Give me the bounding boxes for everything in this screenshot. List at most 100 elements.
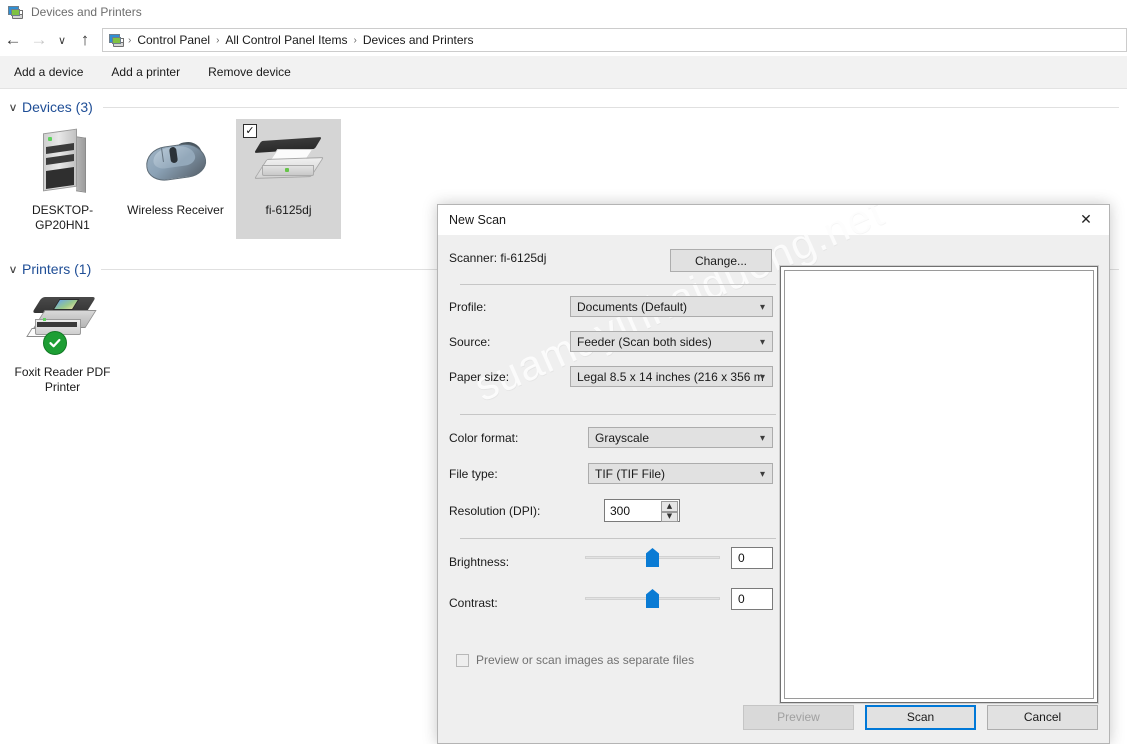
up-button[interactable]: ↑ xyxy=(72,24,98,56)
contrast-value-field[interactable]: 0 xyxy=(731,588,773,610)
change-scanner-button[interactable]: Change... xyxy=(670,249,772,272)
group-title-devices: Devices (3) xyxy=(22,99,93,115)
scanner-label: Scanner: fi-6125dj xyxy=(449,251,547,265)
brightness-slider-thumb[interactable] xyxy=(646,548,659,567)
preview-button[interactable]: Preview xyxy=(743,704,854,730)
color-format-row: Color format: xyxy=(449,431,518,445)
new-scan-dialog: New Scan ✕ suamayinhaiduong.net Scanner:… xyxy=(437,204,1110,744)
contrast-value: 0 xyxy=(738,592,745,606)
resolution-value: 300 xyxy=(610,503,631,518)
resolution-stepper-buttons[interactable]: ▲ ▼ xyxy=(661,501,678,522)
group-header-devices[interactable]: ∨ Devices (3) xyxy=(0,95,1127,119)
scan-button[interactable]: Scan xyxy=(865,704,976,730)
breadcrumb-separator-0: › xyxy=(128,34,132,46)
source-select[interactable]: Feeder (Scan both sides) ▾ xyxy=(570,331,773,352)
device-tile-fi-6125dj[interactable]: ✓ fi-6125dj xyxy=(236,119,341,239)
file-type-label: File type: xyxy=(449,467,498,481)
breadcrumb-all-control-panel-items[interactable]: All Control Panel Items xyxy=(222,33,350,47)
profile-value: Documents (Default) xyxy=(577,299,688,314)
close-icon[interactable]: ✕ xyxy=(1063,205,1109,235)
address-bar[interactable]: › Control Panel › All Control Panel Item… xyxy=(102,28,1127,52)
breadcrumb-control-panel[interactable]: Control Panel xyxy=(134,33,213,47)
recent-locations-chevron-icon[interactable]: ∨ xyxy=(52,24,72,56)
contrast-slider[interactable] xyxy=(585,589,720,608)
chevron-down-icon: ▾ xyxy=(759,337,765,348)
resolution-stepper[interactable]: 300 ▲ ▼ xyxy=(604,499,680,522)
stepper-up-icon[interactable]: ▲ xyxy=(661,501,678,512)
color-format-label: Color format: xyxy=(449,431,519,445)
group-rule xyxy=(102,106,1119,108)
mouse-icon xyxy=(140,125,212,197)
chevron-down-icon: ▾ xyxy=(759,469,765,480)
forward-button[interactable]: → xyxy=(26,24,52,56)
device-tile-desktop[interactable]: DESKTOP-GP20HN1 xyxy=(10,119,115,239)
contrast-label: Contrast: xyxy=(449,596,498,610)
paper-size-label: Paper size: xyxy=(449,370,510,384)
printer-icon xyxy=(25,287,99,359)
command-bar: Add a device Add a printer Remove device xyxy=(0,56,1127,89)
resolution-label: Resolution (DPI): xyxy=(449,504,541,518)
separate-files-label: Preview or scan images as separate files xyxy=(476,653,695,667)
profile-select[interactable]: Documents (Default) ▾ xyxy=(570,296,773,317)
breadcrumb-devices-and-printers[interactable]: Devices and Printers xyxy=(360,33,477,47)
dialog-button-bar: Preview Scan Cancel xyxy=(732,691,1098,743)
paper-size-select[interactable]: Legal 8.5 x 14 inches (216 x 356 m ▾ xyxy=(570,366,773,387)
brightness-value: 0 xyxy=(738,551,745,565)
color-format-select[interactable]: Grayscale ▾ xyxy=(588,427,773,448)
device-tile-label: fi-6125dj xyxy=(265,203,312,217)
resolution-row: Resolution (DPI): xyxy=(449,504,540,518)
profile-label: Profile: xyxy=(449,300,487,314)
chevron-down-icon: ▾ xyxy=(759,433,765,444)
paper-size-value: Legal 8.5 x 14 inches (216 x 356 m xyxy=(577,369,764,384)
add-a-printer-button[interactable]: Add a printer xyxy=(97,56,194,89)
scanner-row: Scanner: fi-6125dj xyxy=(449,251,546,265)
printer-tile-foxit-reader-pdf-printer[interactable]: Foxit Reader PDF Printer xyxy=(10,281,115,401)
window-titlebar: Devices and Printers xyxy=(0,0,1127,24)
remove-device-button[interactable]: Remove device xyxy=(194,56,305,89)
dialog-titlebar: New Scan ✕ xyxy=(438,205,1109,235)
contrast-row: Contrast: xyxy=(449,596,498,610)
profile-row: Profile: xyxy=(449,300,486,314)
scanner-icon xyxy=(253,125,325,197)
brightness-slider[interactable] xyxy=(585,548,720,567)
default-printer-check-icon xyxy=(42,331,67,355)
devices-and-printers-icon xyxy=(8,5,24,20)
paper-size-row: Paper size: xyxy=(449,370,509,384)
separator-1 xyxy=(460,284,776,285)
cancel-button[interactable]: Cancel xyxy=(987,704,1098,730)
device-tile-label: DESKTOP-GP20HN1 xyxy=(31,203,94,232)
chevron-down-icon: ▾ xyxy=(759,372,765,383)
source-label: Source: xyxy=(449,335,491,349)
contrast-slider-thumb[interactable] xyxy=(646,589,659,608)
breadcrumb-separator-2: › xyxy=(353,34,357,46)
group-title-printers: Printers (1) xyxy=(22,261,92,277)
separator-3 xyxy=(460,538,776,539)
breadcrumb-separator-1: › xyxy=(216,34,220,46)
device-tile-label: Wireless Receiver xyxy=(127,203,224,217)
chevron-down-icon[interactable]: ∨ xyxy=(5,263,21,276)
separate-files-checkbox-row[interactable]: Preview or scan images as separate files xyxy=(456,653,694,667)
scan-settings-column: Scanner: fi-6125dj Change... Profile: Do… xyxy=(449,235,776,743)
computer-tower-icon xyxy=(27,125,99,197)
dialog-body: suamayinhaiduong.net Scanner: fi-6125dj … xyxy=(438,205,1109,743)
brightness-value-field[interactable]: 0 xyxy=(731,547,773,569)
device-tile-wireless-receiver[interactable]: Wireless Receiver xyxy=(123,119,228,239)
printer-tile-label: Foxit Reader PDF Printer xyxy=(14,365,111,394)
scan-preview-canvas xyxy=(784,270,1094,699)
add-a-device-button[interactable]: Add a device xyxy=(0,56,97,89)
stepper-down-icon[interactable]: ▼ xyxy=(661,511,678,522)
file-type-row: File type: xyxy=(449,467,498,481)
address-bar-devices-icon xyxy=(109,33,125,48)
file-type-value: TIF (TIF File) xyxy=(595,466,665,481)
dialog-title: New Scan xyxy=(449,213,506,227)
color-format-value: Grayscale xyxy=(595,430,650,445)
separate-files-checkbox[interactable] xyxy=(456,653,469,667)
window-title: Devices and Printers xyxy=(31,5,142,19)
source-value: Feeder (Scan both sides) xyxy=(577,334,712,349)
scan-preview-pane[interactable] xyxy=(780,266,1098,703)
back-button[interactable]: ← xyxy=(0,24,26,56)
chevron-down-icon[interactable]: ∨ xyxy=(5,101,21,114)
source-row: Source: xyxy=(449,335,490,349)
brightness-label: Brightness: xyxy=(449,555,510,569)
file-type-select[interactable]: TIF (TIF File) ▾ xyxy=(588,463,773,484)
